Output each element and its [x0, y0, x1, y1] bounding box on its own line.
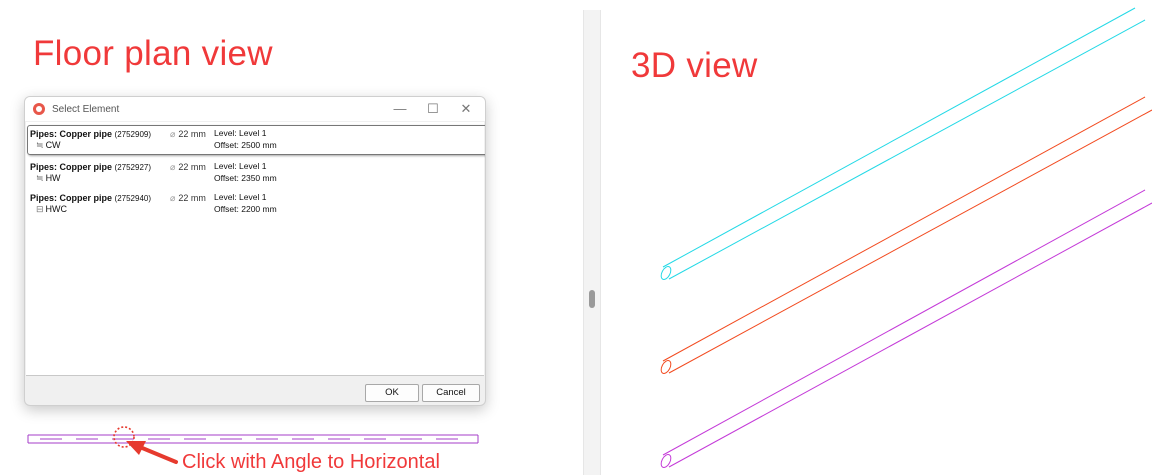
- callout-arrow-icon: [126, 441, 178, 464]
- pipe-cw-3d[interactable]: [659, 7, 1146, 281]
- drawing-canvas: [27, 7, 1152, 469]
- floor-plan-pipe[interactable]: [27, 434, 479, 444]
- pipe-hwc-3d[interactable]: [659, 189, 1152, 469]
- pipe-hw-3d[interactable]: [659, 96, 1152, 375]
- callout-text: Click with Angle to Horizontal: [182, 451, 440, 473]
